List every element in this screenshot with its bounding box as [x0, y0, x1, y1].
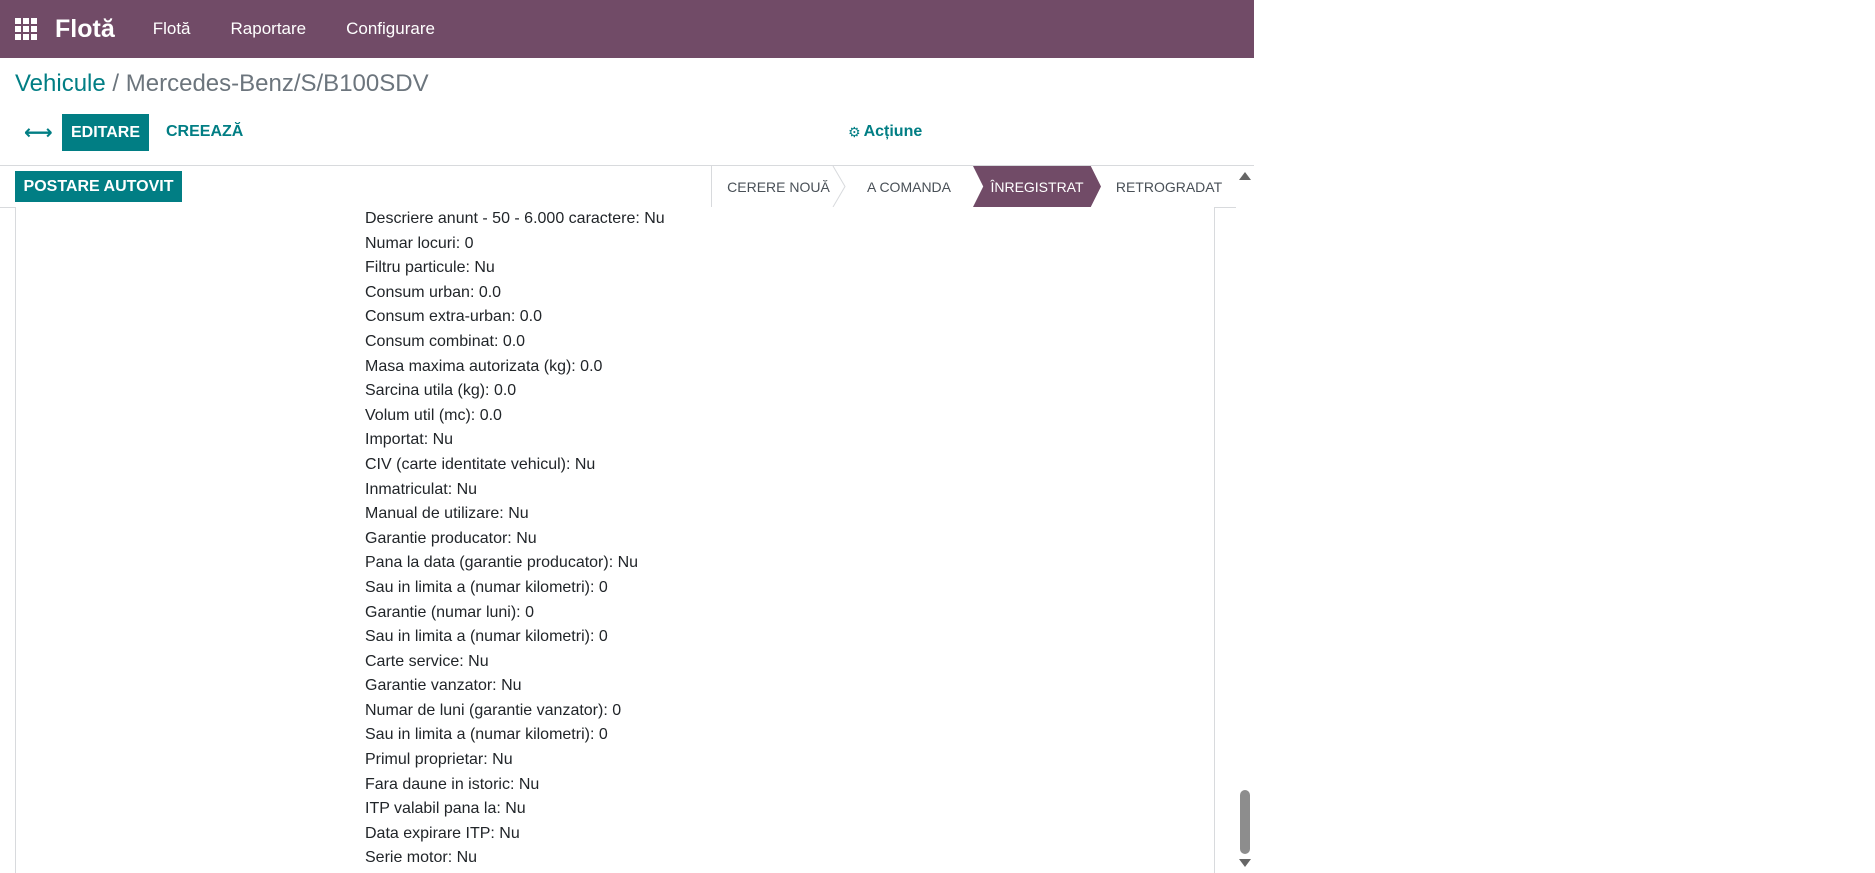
description-line: Consum combinat: 0.0 — [365, 332, 526, 350]
description-line: Manual de utilizare: Nu — [365, 505, 529, 523]
description-line: Masa maxima autorizata (kg): 0.0 — [365, 357, 603, 375]
chevron-right-icon — [832, 166, 846, 207]
app-title[interactable]: Flotă — [55, 15, 115, 44]
stage-a-comanda[interactable]: A COMANDA — [845, 166, 973, 207]
status-bar: POSTARE AUTOVIT CERERE NOUĂ A COMANDA ÎN… — [0, 166, 1236, 208]
description-line: Carte service: Nu — [365, 652, 489, 670]
scrollbar-thumb[interactable] — [1240, 790, 1250, 854]
description-line: Descriere anunt - 50 - 6.000 caractere: … — [365, 210, 665, 227]
expand-toggle-icon[interactable]: ⟷ — [24, 120, 53, 145]
menu-configurare[interactable]: Configurare — [346, 19, 435, 39]
description-line: ITP valabil pana la: Nu — [365, 800, 526, 818]
description-line: Numar locuri: 0 — [365, 234, 474, 252]
stage-label: ÎNREGISTRAT — [990, 178, 1084, 195]
description-line: Data expirare ITP: Nu — [365, 824, 520, 842]
create-button[interactable]: CREEAZĂ — [166, 123, 243, 141]
post-autovit-button[interactable]: POSTARE AUTOVIT — [15, 171, 182, 202]
stage-label: RETROGRADAT — [1115, 178, 1223, 195]
description-line: Pana la data (garantie producator): Nu — [365, 554, 639, 572]
vertical-scrollbar[interactable] — [1236, 166, 1254, 873]
menu-raportare[interactable]: Raportare — [231, 19, 307, 39]
description-line: Volum util (mc): 0.0 — [365, 406, 502, 424]
description-line: Numar de luni (garantie vanzator): 0 — [365, 701, 622, 719]
form-sheet: Descriere anunt - 50 - 6.000 caractere: … — [15, 207, 1215, 873]
action-dropdown[interactable]: ⚙ Acțiune — [848, 123, 922, 141]
fleet-app: Flotă Flotă Raportare Configurare Vehicu… — [0, 0, 1254, 873]
description-line: Sau in limita a (numar kilometri): 0 — [365, 726, 608, 744]
description-line: Sau in limita a (numar kilometri): 0 — [365, 628, 608, 646]
description-line: Garantie producator: Nu — [365, 529, 537, 547]
edit-button[interactable]: EDITARE — [62, 114, 149, 151]
description-line: Serie motor: Nu — [365, 849, 478, 867]
description-line: Filtru particule: Nu — [365, 259, 495, 277]
description-line: Garantie vanzator: Nu — [365, 677, 522, 695]
stage-pipeline: CERERE NOUĂ A COMANDA ÎNREGISTRAT RETROG… — [711, 166, 1237, 207]
breadcrumb-vehicule-link[interactable]: Vehicule — [15, 70, 106, 97]
description-line: Fara daune in istoric: Nu — [365, 775, 540, 793]
breadcrumb: Vehicule / Mercedes-Benz/S/B100SDV — [15, 70, 429, 98]
description-list: Descriere anunt - 50 - 6.000 caractere: … — [365, 207, 665, 871]
menu-flota[interactable]: Flotă — [153, 19, 191, 39]
scroll-up-arrow-icon[interactable] — [1239, 172, 1251, 180]
description-line: Sarcina utila (kg): 0.0 — [365, 382, 517, 400]
description-line: Primul proprietar: Nu — [365, 751, 513, 769]
description-line: Sau in limita a (numar kilometri): 0 — [365, 578, 608, 596]
breadcrumb-current: Mercedes-Benz/S/B100SDV — [125, 70, 429, 97]
description-line: Consum urban: 0.0 — [365, 283, 502, 301]
control-panel: ⟷ EDITARE CREEAZĂ ⚙ Acțiune — [0, 114, 1254, 152]
top-navbar: Flotă Flotă Raportare Configurare — [0, 0, 1254, 58]
description-line: Importat: Nu — [365, 431, 454, 449]
stage-label: A COMANDA — [866, 178, 951, 195]
stage-retrogradat[interactable]: RETROGRADAT — [1101, 166, 1237, 207]
scroll-down-arrow-icon[interactable] — [1239, 859, 1251, 867]
stage-cerere-noua[interactable]: CERERE NOUĂ — [712, 166, 846, 207]
apps-grid-icon[interactable] — [15, 18, 37, 40]
description-line: CIV (carte identitate vehicul): Nu — [365, 455, 596, 473]
stage-label: CERERE NOUĂ — [727, 178, 830, 195]
gear-icon: ⚙ — [848, 123, 861, 140]
description-line: Consum extra-urban: 0.0 — [365, 308, 542, 326]
action-label: Acțiune — [863, 123, 923, 140]
description-line: Inmatriculat: Nu — [365, 480, 478, 498]
stage-inregistrat-active[interactable]: ÎNREGISTRAT — [973, 166, 1101, 207]
description-line: Garantie (numar luni): 0 — [365, 603, 534, 621]
breadcrumb-separator: / — [105, 70, 126, 97]
